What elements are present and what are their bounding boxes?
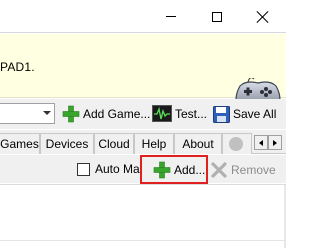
- auto-map-checkbox[interactable]: Auto Map: [77, 160, 146, 178]
- content-scrollbar[interactable]: [284, 185, 286, 248]
- save-all-label: Save All: [233, 107, 277, 121]
- tab-partial[interactable]: [222, 133, 252, 154]
- game-select[interactable]: [0, 103, 55, 124]
- main-toolbar: Add Game... Test... Save All: [0, 99, 286, 129]
- tab-label: Cloud: [98, 137, 130, 151]
- add-button[interactable]: Add...: [140, 155, 208, 184]
- auto-map-label: Auto Map: [95, 162, 147, 176]
- remove-label: Remove: [231, 163, 276, 177]
- close-icon: [257, 11, 269, 23]
- tab-scroll-right-button[interactable]: [268, 135, 282, 150]
- minimize-icon: [166, 16, 176, 17]
- tab-scroll-left-button[interactable]: [254, 135, 268, 150]
- test-button[interactable]: Test...: [152, 103, 207, 125]
- title-bar: [0, 0, 286, 33]
- chevron-right-icon: [273, 139, 277, 146]
- banner-text: PAD1.: [0, 60, 35, 74]
- divider: [0, 240, 286, 241]
- plus-icon: [153, 161, 171, 178]
- remove-button[interactable]: Remove: [211, 160, 276, 180]
- tab-label: Games: [0, 137, 39, 151]
- checkbox-box[interactable]: [77, 162, 90, 176]
- chevron-down-icon[interactable]: [43, 111, 51, 115]
- sub-toolbar: Auto Map Add... Remove: [0, 155, 286, 184]
- tab-circle-icon: [229, 137, 243, 151]
- floppy-disk-icon: [213, 105, 230, 123]
- info-banner: PAD1.: [0, 34, 286, 114]
- x-remove-icon: [211, 162, 227, 178]
- maximize-icon: [212, 11, 222, 22]
- test-label: Test...: [175, 107, 208, 121]
- tab-about[interactable]: About: [174, 133, 222, 154]
- tab-help[interactable]: Help: [134, 133, 174, 154]
- add-game-button[interactable]: Add Game...: [62, 103, 150, 125]
- save-all-button[interactable]: Save All: [213, 103, 276, 125]
- content-area: [0, 184, 286, 248]
- close-button[interactable]: [240, 0, 286, 33]
- oscilloscope-icon: [152, 105, 172, 122]
- tab-label: Help: [141, 137, 167, 151]
- add-game-label: Add Game...: [83, 107, 151, 121]
- tab-label: Devices: [45, 137, 89, 151]
- plus-icon: [62, 105, 80, 123]
- tab-cloud[interactable]: Cloud: [94, 133, 134, 154]
- maximize-button[interactable]: [194, 0, 240, 33]
- add-label: Add...: [174, 162, 206, 177]
- minimize-button[interactable]: [148, 0, 194, 33]
- tab-devices[interactable]: Devices: [40, 133, 94, 154]
- tab-strip: Games Devices Cloud Help About: [0, 130, 286, 154]
- tab-label: About: [182, 137, 214, 151]
- chevron-left-icon: [259, 139, 263, 146]
- tab-games[interactable]: Games: [0, 133, 40, 154]
